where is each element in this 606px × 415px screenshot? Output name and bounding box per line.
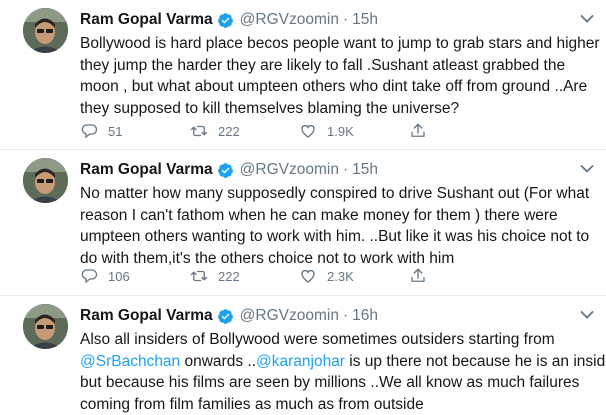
tweet-text-fragment: is up there not because he is an insider (345, 353, 606, 370)
tweet-text-line: @SrBachchan onwards ..@karanjohar is up … (80, 351, 590, 373)
author-handle[interactable]: @RGVzoomin (240, 161, 339, 179)
timestamp[interactable]: 16h (352, 307, 378, 325)
separator-dot: · (343, 11, 348, 29)
verified-badge-icon (217, 162, 234, 179)
tweet-text: Bollywood is hard place becos people wan… (80, 33, 590, 119)
tweet-text-fragment: onwards .. (180, 353, 256, 370)
author-name[interactable]: Ram Gopal Varma (80, 307, 213, 325)
tweet-text-line: moon , but what about umpteen others who… (80, 76, 590, 98)
retweet-count: 222 (218, 269, 240, 284)
reply-icon (80, 122, 98, 140)
like-button[interactable]: 2.3K (299, 267, 354, 285)
reply-count: 106 (108, 269, 130, 284)
retweet-count: 222 (218, 124, 240, 139)
separator-dot: · (343, 161, 348, 179)
tweet-header: Ram Gopal Varma @RGVzoomin · 16h (80, 305, 378, 327)
author-name[interactable]: Ram Gopal Varma (80, 161, 213, 179)
tweet-text-line: No matter how many supposedly conspired … (80, 183, 590, 205)
tweet[interactable]: Ram Gopal Varma @RGVzoomin · 15h Bollywo… (0, 0, 606, 150)
like-icon (299, 122, 317, 140)
author-handle[interactable]: @RGVzoomin (240, 11, 339, 29)
tweet-text-line: Bollywood is hard place becos people wan… (80, 33, 590, 55)
tweet-header: Ram Gopal Varma @RGVzoomin · 15h (80, 9, 378, 31)
tweet-text-line: coming from film families as much as fro… (80, 394, 590, 415)
avatar[interactable] (23, 8, 68, 53)
avatar[interactable] (23, 158, 68, 203)
reply-icon (80, 267, 98, 285)
like-count: 2.3K (327, 269, 354, 284)
like-icon (299, 267, 317, 285)
retweet-button[interactable]: 222 (190, 267, 240, 285)
author-name[interactable]: Ram Gopal Varma (80, 11, 213, 29)
tweet-text-line: but because his films are seen by millio… (80, 372, 590, 394)
tweet-text-line: Also all insiders of Bollywood were some… (80, 329, 590, 351)
retweet-button[interactable]: 222 (190, 122, 240, 140)
tweet-feed: Ram Gopal Varma @RGVzoomin · 15h Bollywo… (0, 0, 606, 408)
chevron-down-icon[interactable] (580, 310, 594, 320)
tweet-header: Ram Gopal Varma @RGVzoomin · 15h (80, 159, 378, 181)
like-count: 1.9K (327, 124, 354, 139)
tweet-text: Also all insiders of Bollywood were some… (80, 329, 590, 415)
tweet-text-line: do with them,it's the others choice not … (80, 248, 590, 270)
reply-count: 51 (108, 124, 122, 139)
verified-badge-icon (217, 308, 234, 325)
retweet-icon (190, 267, 208, 285)
tweet[interactable]: Ram Gopal Varma @RGVzoomin · 15h No matt… (0, 150, 606, 296)
share-button[interactable] (409, 267, 437, 285)
separator-dot: · (343, 307, 348, 325)
share-icon (409, 122, 427, 140)
share-button[interactable] (409, 122, 437, 140)
tweet-text-line: they jump the harder they are likely to … (80, 55, 590, 77)
chevron-down-icon[interactable] (580, 14, 594, 24)
tweet-text-line: they supposed to kill themselves blaming… (80, 98, 590, 120)
timestamp[interactable]: 15h (352, 11, 378, 29)
like-button[interactable]: 1.9K (299, 122, 354, 140)
reply-button[interactable]: 106 (80, 267, 130, 285)
tweet-text: No matter how many supposedly conspired … (80, 183, 590, 269)
timestamp[interactable]: 15h (352, 161, 378, 179)
mention-link[interactable]: @SrBachchan (80, 353, 180, 370)
tweet-text-line: umpteen others wanting to work with him.… (80, 226, 590, 248)
avatar[interactable] (23, 304, 68, 349)
mention-link[interactable]: @karanjohar (256, 353, 345, 370)
author-handle[interactable]: @RGVzoomin (240, 307, 339, 325)
tweet-text-line: reason I can't fathom when he can make m… (80, 205, 590, 227)
retweet-icon (190, 122, 208, 140)
reply-button[interactable]: 51 (80, 122, 122, 140)
share-icon (409, 267, 427, 285)
verified-badge-icon (217, 12, 234, 29)
chevron-down-icon[interactable] (580, 164, 594, 174)
tweet[interactable]: Ram Gopal Varma @RGVzoomin · 16h Also al… (0, 296, 606, 408)
